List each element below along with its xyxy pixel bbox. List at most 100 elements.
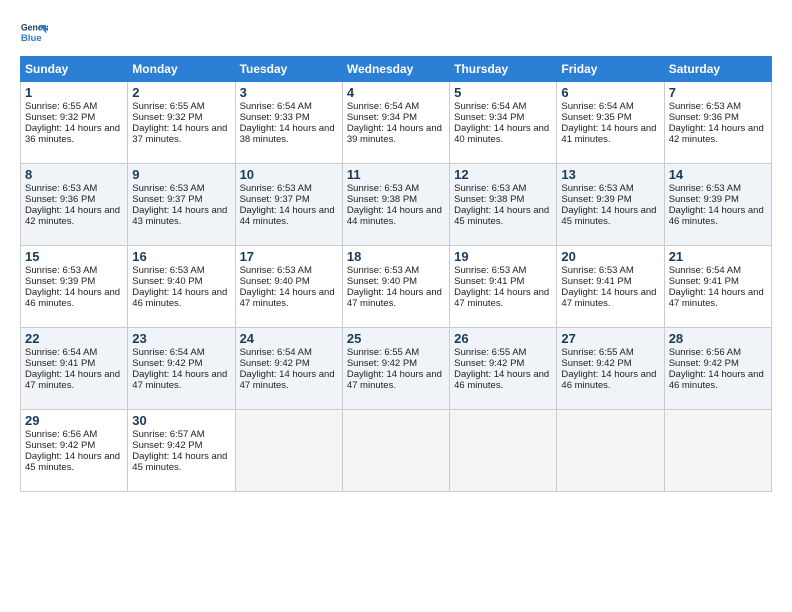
sunrise-label: Sunrise: 6:54 AM xyxy=(454,101,526,112)
sunrise-label: Sunrise: 6:54 AM xyxy=(669,265,741,276)
sunset-label: Sunset: 9:41 PM xyxy=(454,276,524,287)
sunset-label: Sunset: 9:40 PM xyxy=(347,276,417,287)
daylight-label: Daylight: 14 hours and 41 minutes. xyxy=(561,123,656,145)
daylight-label: Daylight: 14 hours and 46 minutes. xyxy=(454,369,549,391)
table-row: 29Sunrise: 6:56 AMSunset: 9:42 PMDayligh… xyxy=(21,410,128,492)
sunset-label: Sunset: 9:42 PM xyxy=(132,358,202,369)
sunset-label: Sunset: 9:41 PM xyxy=(561,276,631,287)
sunrise-label: Sunrise: 6:53 AM xyxy=(347,183,419,194)
table-row xyxy=(342,410,449,492)
table-row xyxy=(557,410,664,492)
table-row: 9Sunrise: 6:53 AMSunset: 9:37 PMDaylight… xyxy=(128,164,235,246)
day-number: 27 xyxy=(561,331,659,346)
sunset-label: Sunset: 9:39 PM xyxy=(669,194,739,205)
sunrise-label: Sunrise: 6:54 AM xyxy=(240,101,312,112)
table-row: 17Sunrise: 6:53 AMSunset: 9:40 PMDayligh… xyxy=(235,246,342,328)
day-number: 14 xyxy=(669,167,767,182)
daylight-label: Daylight: 14 hours and 47 minutes. xyxy=(132,369,227,391)
daylight-label: Daylight: 14 hours and 40 minutes. xyxy=(454,123,549,145)
sunset-label: Sunset: 9:38 PM xyxy=(347,194,417,205)
day-number: 17 xyxy=(240,249,338,264)
day-number: 5 xyxy=(454,85,552,100)
sunrise-label: Sunrise: 6:55 AM xyxy=(347,347,419,358)
sunset-label: Sunset: 9:35 PM xyxy=(561,112,631,123)
col-friday: Friday xyxy=(557,57,664,82)
sunrise-label: Sunrise: 6:54 AM xyxy=(25,347,97,358)
sunrise-label: Sunrise: 6:55 AM xyxy=(25,101,97,112)
day-number: 7 xyxy=(669,85,767,100)
sunset-label: Sunset: 9:39 PM xyxy=(25,276,95,287)
sunset-label: Sunset: 9:41 PM xyxy=(25,358,95,369)
day-number: 24 xyxy=(240,331,338,346)
header: General Blue xyxy=(20,18,772,46)
daylight-label: Daylight: 14 hours and 47 minutes. xyxy=(240,369,335,391)
sunrise-label: Sunrise: 6:53 AM xyxy=(240,183,312,194)
table-row: 18Sunrise: 6:53 AMSunset: 9:40 PMDayligh… xyxy=(342,246,449,328)
day-number: 30 xyxy=(132,413,230,428)
daylight-label: Daylight: 14 hours and 43 minutes. xyxy=(132,205,227,227)
sunset-label: Sunset: 9:40 PM xyxy=(240,276,310,287)
sunset-label: Sunset: 9:41 PM xyxy=(669,276,739,287)
daylight-label: Daylight: 14 hours and 44 minutes. xyxy=(347,205,442,227)
table-row xyxy=(450,410,557,492)
daylight-label: Daylight: 14 hours and 44 minutes. xyxy=(240,205,335,227)
table-row: 6Sunrise: 6:54 AMSunset: 9:35 PMDaylight… xyxy=(557,82,664,164)
table-row: 12Sunrise: 6:53 AMSunset: 9:38 PMDayligh… xyxy=(450,164,557,246)
daylight-label: Daylight: 14 hours and 45 minutes. xyxy=(132,451,227,473)
day-number: 18 xyxy=(347,249,445,264)
day-number: 8 xyxy=(25,167,123,182)
day-number: 19 xyxy=(454,249,552,264)
table-row: 22Sunrise: 6:54 AMSunset: 9:41 PMDayligh… xyxy=(21,328,128,410)
day-number: 26 xyxy=(454,331,552,346)
daylight-label: Daylight: 14 hours and 47 minutes. xyxy=(240,287,335,309)
table-row: 8Sunrise: 6:53 AMSunset: 9:36 PMDaylight… xyxy=(21,164,128,246)
logo: General Blue xyxy=(20,18,52,46)
day-number: 2 xyxy=(132,85,230,100)
sunset-label: Sunset: 9:42 PM xyxy=(454,358,524,369)
day-number: 16 xyxy=(132,249,230,264)
col-thursday: Thursday xyxy=(450,57,557,82)
daylight-label: Daylight: 14 hours and 47 minutes. xyxy=(347,369,442,391)
daylight-label: Daylight: 14 hours and 47 minutes. xyxy=(669,287,764,309)
sunrise-label: Sunrise: 6:53 AM xyxy=(25,265,97,276)
table-row: 1Sunrise: 6:55 AMSunset: 9:32 PMDaylight… xyxy=(21,82,128,164)
day-number: 10 xyxy=(240,167,338,182)
day-number: 15 xyxy=(25,249,123,264)
logo-icon: General Blue xyxy=(20,18,48,46)
sunset-label: Sunset: 9:42 PM xyxy=(25,440,95,451)
daylight-label: Daylight: 14 hours and 42 minutes. xyxy=(669,123,764,145)
svg-text:Blue: Blue xyxy=(21,33,42,44)
daylight-label: Daylight: 14 hours and 46 minutes. xyxy=(669,369,764,391)
table-row: 30Sunrise: 6:57 AMSunset: 9:42 PMDayligh… xyxy=(128,410,235,492)
sunset-label: Sunset: 9:42 PM xyxy=(347,358,417,369)
sunset-label: Sunset: 9:38 PM xyxy=(454,194,524,205)
col-saturday: Saturday xyxy=(664,57,771,82)
sunset-label: Sunset: 9:34 PM xyxy=(347,112,417,123)
sunrise-label: Sunrise: 6:53 AM xyxy=(561,183,633,194)
table-row: 16Sunrise: 6:53 AMSunset: 9:40 PMDayligh… xyxy=(128,246,235,328)
sunrise-label: Sunrise: 6:55 AM xyxy=(561,347,633,358)
sunset-label: Sunset: 9:42 PM xyxy=(240,358,310,369)
table-row: 25Sunrise: 6:55 AMSunset: 9:42 PMDayligh… xyxy=(342,328,449,410)
table-row: 21Sunrise: 6:54 AMSunset: 9:41 PMDayligh… xyxy=(664,246,771,328)
day-number: 9 xyxy=(132,167,230,182)
day-number: 29 xyxy=(25,413,123,428)
table-row: 23Sunrise: 6:54 AMSunset: 9:42 PMDayligh… xyxy=(128,328,235,410)
daylight-label: Daylight: 14 hours and 46 minutes. xyxy=(25,287,120,309)
col-monday: Monday xyxy=(128,57,235,82)
day-number: 11 xyxy=(347,167,445,182)
sunset-label: Sunset: 9:42 PM xyxy=(669,358,739,369)
sunrise-label: Sunrise: 6:53 AM xyxy=(25,183,97,194)
table-row: 27Sunrise: 6:55 AMSunset: 9:42 PMDayligh… xyxy=(557,328,664,410)
sunset-label: Sunset: 9:32 PM xyxy=(132,112,202,123)
sunrise-label: Sunrise: 6:55 AM xyxy=(454,347,526,358)
table-row: 3Sunrise: 6:54 AMSunset: 9:33 PMDaylight… xyxy=(235,82,342,164)
day-number: 4 xyxy=(347,85,445,100)
day-number: 22 xyxy=(25,331,123,346)
table-row: 24Sunrise: 6:54 AMSunset: 9:42 PMDayligh… xyxy=(235,328,342,410)
sunset-label: Sunset: 9:34 PM xyxy=(454,112,524,123)
sunrise-label: Sunrise: 6:54 AM xyxy=(132,347,204,358)
daylight-label: Daylight: 14 hours and 39 minutes. xyxy=(347,123,442,145)
daylight-label: Daylight: 14 hours and 37 minutes. xyxy=(132,123,227,145)
daylight-label: Daylight: 14 hours and 47 minutes. xyxy=(25,369,120,391)
